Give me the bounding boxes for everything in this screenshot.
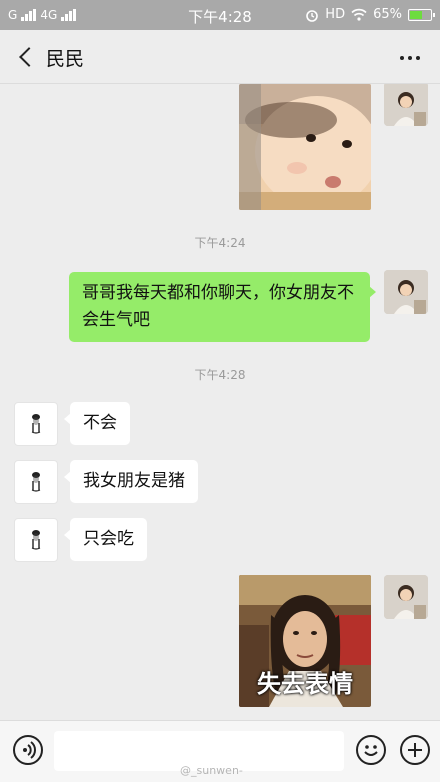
voice-icon — [23, 741, 36, 759]
status-right: HD 65% — [305, 7, 435, 22]
sent-message-text: 哥哥我每天都和你聊天，你女朋友不会生气吧 — [82, 283, 354, 330]
self-avatar[interactable] — [384, 270, 428, 314]
sticker-baby[interactable] — [239, 84, 371, 210]
emoji-button[interactable] — [356, 735, 386, 765]
received-message-text: 不会 — [83, 413, 117, 433]
chat-header: 民民 — [0, 30, 440, 84]
alarm-icon — [306, 9, 319, 22]
hd-label: HD — [325, 7, 346, 22]
received-message[interactable]: 我女朋友是猪 — [64, 460, 198, 503]
battery-icon — [408, 8, 435, 21]
wifi-icon — [351, 8, 367, 21]
received-message[interactable]: 只会吃 — [64, 518, 147, 561]
received-message[interactable]: 不会 — [64, 402, 130, 445]
chat-title: 民民 — [46, 48, 85, 70]
battery-percent: 65% — [373, 7, 402, 22]
received-message-text: 只会吃 — [83, 529, 134, 549]
contact-avatar[interactable] — [14, 518, 58, 562]
status-bar: G 4G 下午4:28 HD 65% — [0, 0, 440, 30]
self-avatar[interactable] — [384, 84, 428, 126]
sticker-caption: 失去表情 — [257, 670, 353, 698]
contact-avatar-image — [31, 530, 41, 550]
add-button[interactable] — [400, 735, 430, 765]
self-avatar-image — [384, 84, 428, 126]
more-options-button[interactable] — [400, 56, 420, 60]
plus-icon — [408, 743, 422, 757]
battery-fill — [410, 10, 423, 19]
self-avatar-image — [384, 575, 428, 619]
contact-avatar[interactable] — [14, 402, 58, 446]
voice-button[interactable] — [13, 735, 43, 765]
emoji-icon — [364, 745, 378, 756]
timestamp: 下午4:28 — [194, 368, 246, 382]
watermark: @_sunwen- — [180, 764, 243, 777]
sticker-reaction[interactable]: 失去表情 — [239, 575, 371, 707]
contact-avatar-image — [31, 414, 41, 434]
contact-avatar[interactable] — [14, 460, 58, 504]
received-message-text: 我女朋友是猪 — [83, 471, 185, 491]
self-avatar[interactable] — [384, 575, 428, 619]
message-list[interactable]: 下午4:24 哥哥我每天都和你聊天，你女朋友不会生气吧 下午4:28 不会 我女… — [0, 84, 440, 720]
baby-face-image — [239, 84, 371, 210]
back-icon[interactable] — [16, 45, 38, 69]
contact-avatar-image — [31, 472, 41, 492]
self-avatar-image — [384, 270, 428, 314]
sent-message[interactable]: 哥哥我每天都和你聊天，你女朋友不会生气吧 — [69, 272, 376, 342]
timestamp: 下午4:24 — [194, 236, 246, 250]
